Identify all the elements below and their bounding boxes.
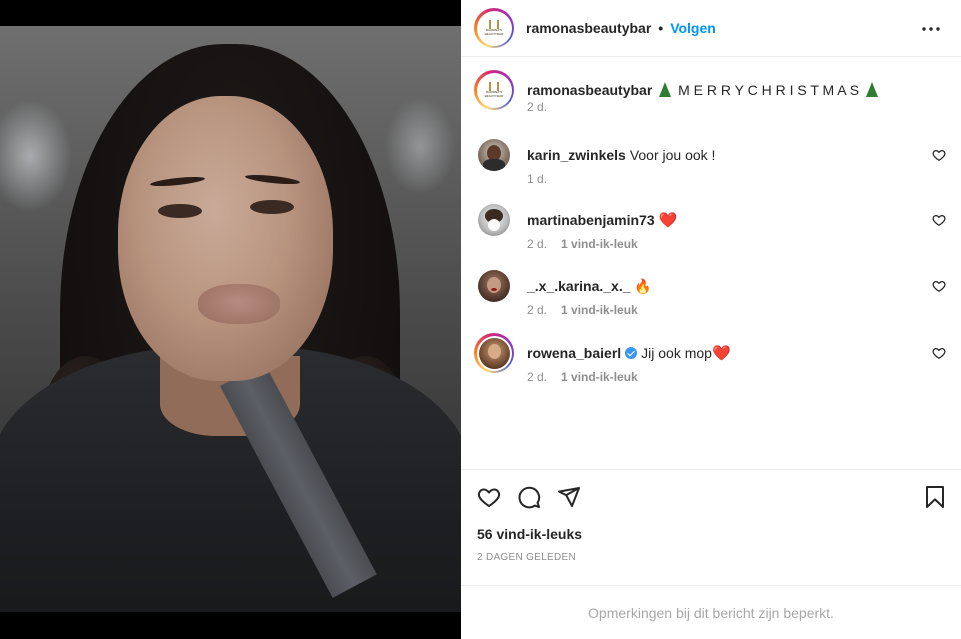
post-header: RAMONA'S BEAUTYBAR ramonasbeautybar • Vol…: [461, 0, 961, 57]
brand-logo: RAMONA'S BEAUTYBAR: [479, 13, 509, 43]
red-heart-emoji: ❤️: [658, 212, 678, 229]
post-timestamp: 2 DAGEN GELEDEN: [477, 552, 576, 563]
author-username[interactable]: ramonasbeautybar: [526, 20, 651, 36]
comment-meta: 2 d. 1 vind-ik-leuk: [527, 303, 638, 317]
caption-time: 2 d.: [527, 100, 548, 114]
follow-button[interactable]: Volgen: [670, 20, 716, 36]
comment-likes[interactable]: 1 vind-ik-leuk: [561, 303, 638, 317]
like-comment-heart-icon[interactable]: [932, 148, 946, 162]
caption-username[interactable]: ramonasbeautybar: [527, 82, 652, 98]
photo-eye: [158, 204, 202, 218]
photo-face: [118, 96, 333, 381]
brand-logo: RAMONA'S BEAUTYBAR: [479, 75, 509, 105]
comment-likes[interactable]: 1 vind-ik-leuk: [561, 370, 638, 384]
commenter-avatar[interactable]: [474, 333, 514, 373]
comment-username[interactable]: martinabenjamin73: [527, 212, 655, 228]
verified-badge-icon: [625, 347, 638, 359]
comment-meta: 2 d. 1 vind-ik-leuk: [527, 237, 638, 251]
post-actions: 56 vind-ik-leuks 2 DAGEN GELEDEN: [461, 469, 961, 585]
comment-time: 2 d.: [527, 237, 548, 251]
comment-meta: 1 d.: [527, 172, 547, 186]
comment-likes[interactable]: 1 vind-ik-leuk: [561, 237, 638, 251]
post-media-pane: [0, 0, 461, 639]
post-side-panel: RAMONA'S BEAUTYBAR ramonasbeautybar • Vol…: [461, 0, 961, 639]
comment-time: 2 d.: [527, 303, 548, 317]
fire-emoji: 🔥: [634, 278, 652, 294]
likes-count[interactable]: 56 vind-ik-leuks: [477, 526, 582, 542]
caption-avatar[interactable]: RAMONA'S BEAUTYBAR: [474, 70, 514, 110]
christmas-tree-icon: [865, 82, 878, 97]
separator-dot: •: [658, 20, 664, 36]
red-heart-emoji: ❤️: [711, 345, 731, 362]
comment-username[interactable]: _.x_.karina._x._: [527, 278, 631, 294]
caption-text: M E R R Y C H R I S T M A S: [678, 82, 860, 98]
comment-username[interactable]: rowena_baierl: [527, 345, 621, 361]
comment-time: 2 d.: [527, 370, 548, 384]
comment-text: Voor jou ook !: [629, 147, 716, 163]
author-avatar[interactable]: RAMONA'S BEAUTYBAR: [474, 8, 514, 48]
christmas-tree-icon: [659, 82, 672, 97]
like-comment-heart-icon[interactable]: [932, 279, 946, 293]
heart-icon[interactable]: [475, 483, 503, 511]
comment-text: Jij ook mop: [641, 345, 712, 361]
like-comment-heart-icon[interactable]: [932, 213, 946, 227]
commenter-avatar[interactable]: [478, 139, 510, 171]
photo-lips: [198, 284, 280, 324]
like-comment-heart-icon[interactable]: [932, 346, 946, 360]
more-options-icon[interactable]: [921, 19, 941, 39]
bookmark-icon[interactable]: [921, 483, 949, 511]
comment-time: 1 d.: [527, 172, 548, 186]
comment-icon[interactable]: [515, 483, 543, 511]
photo-eye: [250, 200, 294, 214]
comment-username[interactable]: karin_zwinkels: [527, 147, 626, 163]
paper-plane-icon[interactable]: [555, 483, 583, 511]
comments-restricted-notice: Opmerkingen bij dit bericht zijn beperkt…: [461, 585, 961, 639]
post-photo[interactable]: [0, 26, 461, 612]
commenter-avatar[interactable]: [478, 270, 510, 302]
comment-meta: 2 d. 1 vind-ik-leuk: [527, 370, 638, 384]
commenter-avatar[interactable]: [478, 204, 510, 236]
